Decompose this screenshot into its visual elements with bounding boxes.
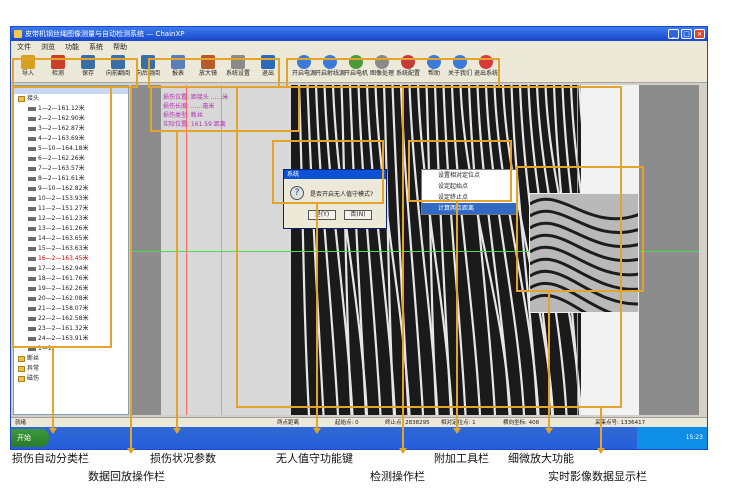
callout-extra-tools: 附加工具栏 [434, 452, 489, 465]
highlight-playback-toolbar [12, 58, 138, 88]
callout-damage-params: 损伤状况参数 [150, 452, 216, 465]
minimize-button[interactable]: _ [668, 29, 679, 39]
tree-label: 异常 [27, 365, 40, 372]
callout-realtime: 实时影像数据显示栏 [548, 470, 647, 483]
start-button[interactable]: 开始 [11, 429, 49, 447]
menu-function[interactable]: 功能 [65, 41, 79, 53]
marker-line-red-2 [221, 85, 222, 415]
system-tray: 15:23 [637, 427, 707, 449]
maximize-button[interactable]: □ [681, 29, 692, 39]
callout-line [548, 292, 550, 430]
folder-icon [18, 356, 25, 362]
callout-line [130, 88, 132, 450]
folder-icon [18, 366, 25, 372]
taskbar: 开始 15:23 [11, 427, 707, 449]
tree-label: 磁伤 [27, 375, 40, 382]
tree-label: 断丝 [27, 355, 40, 362]
app-icon [14, 30, 22, 38]
folder-icon [18, 376, 25, 382]
annotated-screenshot: 皮带机钢丝绳图像测量与自动检测系统 — ChainXP _ □ × 文件 浏览 … [0, 0, 750, 500]
arrow-icon [173, 428, 181, 434]
callout-zoom: 细微放大功能 [508, 452, 574, 465]
arrow-icon [399, 448, 407, 454]
marker-line-red [186, 85, 187, 415]
status-bar: 就绪 两点距离 起始点: 0 终止点: 2838295 相对定位点: 1 横向坐… [11, 417, 707, 427]
highlight-detect-toolbar [286, 58, 500, 88]
tree-folder[interactable]: 断丝 [14, 354, 128, 364]
window-title: 皮带机钢丝绳图像测量与自动检测系统 — ChainXP [25, 30, 185, 38]
highlight-image-area [236, 86, 622, 408]
callout-line [600, 408, 602, 450]
callout-line [316, 204, 318, 430]
callout-unattended: 无人值守功能键 [276, 452, 353, 465]
highlight-tree [12, 86, 112, 348]
callout-line [52, 348, 54, 430]
callout-detect: 检测操作栏 [370, 470, 425, 483]
close-button[interactable]: × [694, 29, 705, 39]
menu-browse[interactable]: 浏览 [41, 41, 55, 53]
callout-playback: 数据回放操作栏 [88, 470, 165, 483]
arrow-icon [127, 448, 135, 454]
tree-folder[interactable]: 磁伤 [14, 374, 128, 384]
callout-line [402, 88, 404, 450]
callout-line [176, 132, 178, 430]
menu-file[interactable]: 文件 [17, 41, 31, 53]
arrow-icon [597, 448, 605, 454]
arrow-icon [49, 428, 57, 434]
highlight-playback-toolbar-2 [148, 58, 280, 88]
menu-help[interactable]: 帮助 [113, 41, 127, 53]
title-bar: 皮带机钢丝绳图像测量与自动检测系统 — ChainXP _ □ × [11, 27, 707, 41]
callout-auto-classify: 损伤自动分类栏 [12, 452, 89, 465]
arrow-icon [453, 428, 461, 434]
menu-bar: 文件 浏览 功能 系统 帮助 [11, 41, 707, 53]
arrow-icon [313, 428, 321, 434]
menu-system[interactable]: 系统 [89, 41, 103, 53]
callout-line [456, 202, 458, 430]
clock: 15:23 [685, 434, 703, 441]
arrow-icon [545, 428, 553, 434]
tree-folder[interactable]: 异常 [14, 364, 128, 374]
